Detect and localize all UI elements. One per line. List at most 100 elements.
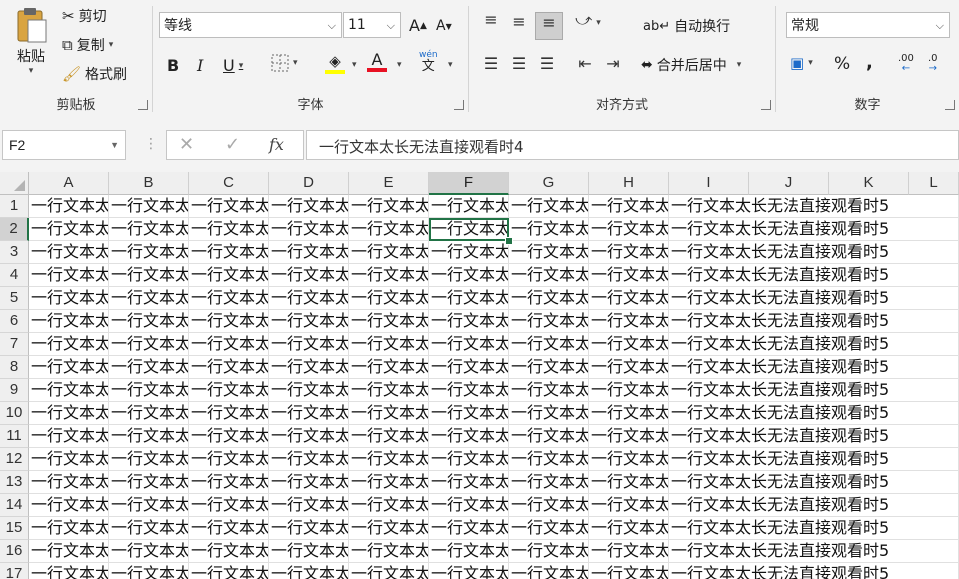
column-header-j[interactable]: J <box>749 172 829 195</box>
cell[interactable]: 一行文本太 <box>349 471 429 494</box>
row-header[interactable]: 6 <box>0 310 29 333</box>
wrap-text-button[interactable]: ab↵ 自动换行 <box>643 16 730 36</box>
copy-button[interactable]: ⧉ 复制 ▾ <box>62 35 113 55</box>
cell[interactable]: 一行文本太长无法直接观看时5 <box>669 540 909 563</box>
cell[interactable]: 一行文本太 <box>269 448 349 471</box>
cell[interactable]: 一行文本太 <box>189 517 269 540</box>
fill-handle[interactable] <box>505 237 513 245</box>
row-header[interactable]: 4 <box>0 264 29 287</box>
cell[interactable]: 一行文本太 <box>109 241 189 264</box>
chevron-down-icon[interactable]: ▾ <box>109 40 114 50</box>
cell[interactable]: 一行文本太 <box>349 563 429 579</box>
cell[interactable]: 一行文本太 <box>109 195 189 218</box>
dialog-launcher-icon[interactable] <box>761 100 771 110</box>
cell[interactable] <box>909 195 959 218</box>
cell[interactable]: 一行文本太长无法直接观看时5 <box>669 425 909 448</box>
cell[interactable]: 一行文本太 <box>589 448 669 471</box>
cell[interactable] <box>909 563 959 579</box>
cell[interactable]: 一行文本太 <box>589 241 669 264</box>
cell[interactable]: 一行文本太长无法直接观看时5 <box>669 218 909 241</box>
cell[interactable]: 一行文本太 <box>429 195 509 218</box>
cell[interactable]: 一行文本太 <box>429 264 509 287</box>
row-header[interactable]: 13 <box>0 471 29 494</box>
chevron-down-icon[interactable]: ▾ <box>352 60 357 70</box>
cell[interactable]: 一行文本太 <box>189 379 269 402</box>
cell[interactable]: 一行文本太 <box>269 425 349 448</box>
cell[interactable]: 一行文本太 <box>109 448 189 471</box>
cell[interactable]: 一行文本太 <box>109 471 189 494</box>
cell[interactable] <box>909 448 959 471</box>
cell[interactable]: 一行文本太 <box>109 517 189 540</box>
cell[interactable]: 一行文本太 <box>509 448 589 471</box>
cell[interactable]: 一行文本太 <box>509 379 589 402</box>
cell[interactable]: 一行文本太长无法直接观看时5 <box>669 448 909 471</box>
cell[interactable]: 一行文本太 <box>509 563 589 579</box>
row-header[interactable]: 7 <box>0 333 29 356</box>
cell[interactable] <box>909 379 959 402</box>
italic-button[interactable]: I <box>197 56 203 75</box>
column-header-g[interactable]: G <box>509 172 589 195</box>
cell[interactable]: 一行文本太 <box>269 471 349 494</box>
orientation-icon[interactable]: ⤻ ▾ <box>573 10 603 30</box>
cell[interactable]: 一行文本太 <box>349 494 429 517</box>
cell[interactable]: 一行文本太 <box>189 195 269 218</box>
cell[interactable]: 一行文本太 <box>509 310 589 333</box>
row-header[interactable]: 16 <box>0 540 29 563</box>
cell[interactable]: 一行文本太 <box>109 563 189 579</box>
cell[interactable]: 一行文本太 <box>29 241 109 264</box>
cancel-icon[interactable]: ✕ <box>179 134 194 155</box>
cell[interactable]: 一行文本太 <box>349 425 429 448</box>
row-header[interactable]: 11 <box>0 425 29 448</box>
cell[interactable]: 一行文本太 <box>509 287 589 310</box>
align-left-icon[interactable]: ☰ <box>479 54 503 73</box>
cell[interactable]: 一行文本太 <box>429 333 509 356</box>
cell[interactable]: 一行文本太 <box>589 494 669 517</box>
cell[interactable]: 一行文本太 <box>269 517 349 540</box>
cell[interactable]: 一行文本太 <box>429 494 509 517</box>
cell[interactable]: 一行文本太 <box>349 310 429 333</box>
cell[interactable]: 一行文本太 <box>109 218 189 241</box>
row-header[interactable]: 2 <box>0 218 29 241</box>
cell[interactable]: 一行文本太 <box>509 218 589 241</box>
cell[interactable]: 一行文本太 <box>429 310 509 333</box>
cell[interactable]: 一行文本太 <box>429 517 509 540</box>
cell[interactable]: 一行文本太 <box>349 195 429 218</box>
align-bottom-icon[interactable]: ≡ <box>535 12 563 40</box>
format-painter-button[interactable]: 🖌 格式刷 <box>62 64 127 84</box>
cell[interactable]: 一行文本太长无法直接观看时5 <box>669 402 909 425</box>
cell[interactable]: 一行文本太 <box>349 517 429 540</box>
cell[interactable]: 一行文本太 <box>29 218 109 241</box>
cell[interactable]: 一行文本太 <box>589 264 669 287</box>
cell[interactable] <box>909 494 959 517</box>
borders-button[interactable]: ▾ <box>271 54 298 72</box>
cell[interactable]: 一行文本太长无法直接观看时5 <box>669 356 909 379</box>
underline-button[interactable]: U ▾ <box>223 56 243 75</box>
cell[interactable]: 一行文本太 <box>589 471 669 494</box>
cell[interactable]: 一行文本太 <box>349 218 429 241</box>
cell[interactable]: 一行文本太 <box>509 356 589 379</box>
cell[interactable]: 一行文本太 <box>189 540 269 563</box>
cell[interactable]: 一行文本太 <box>589 333 669 356</box>
column-header-h[interactable]: H <box>589 172 669 195</box>
cell[interactable]: 一行文本太 <box>589 356 669 379</box>
row-header[interactable]: 17 <box>0 563 29 579</box>
cell[interactable]: 一行文本太长无法直接观看时5 <box>669 264 909 287</box>
cell[interactable]: 一行文本太 <box>349 356 429 379</box>
cell[interactable]: 一行文本太 <box>509 402 589 425</box>
cell[interactable]: 一行文本太 <box>189 494 269 517</box>
accounting-format-button[interactable]: ▣ ▾ <box>790 54 813 72</box>
cell[interactable]: 一行文本太 <box>429 402 509 425</box>
cell[interactable]: 一行文本太 <box>189 264 269 287</box>
cell[interactable]: 一行文本太 <box>109 356 189 379</box>
font-color-button[interactable]: A <box>367 52 387 72</box>
row-header[interactable]: 14 <box>0 494 29 517</box>
cell[interactable]: 一行文本太 <box>589 402 669 425</box>
cell[interactable]: 一行文本太 <box>509 425 589 448</box>
cell[interactable]: 一行文本太 <box>29 195 109 218</box>
cell[interactable]: 一行文本太 <box>109 333 189 356</box>
cell[interactable]: 一行文本太 <box>589 517 669 540</box>
cell[interactable]: 一行文本太 <box>349 379 429 402</box>
cell[interactable]: 一行文本太 <box>29 540 109 563</box>
cell[interactable]: 一行文本太长无法直接观看时5 <box>669 471 909 494</box>
cell[interactable]: 一行文本太 <box>189 402 269 425</box>
